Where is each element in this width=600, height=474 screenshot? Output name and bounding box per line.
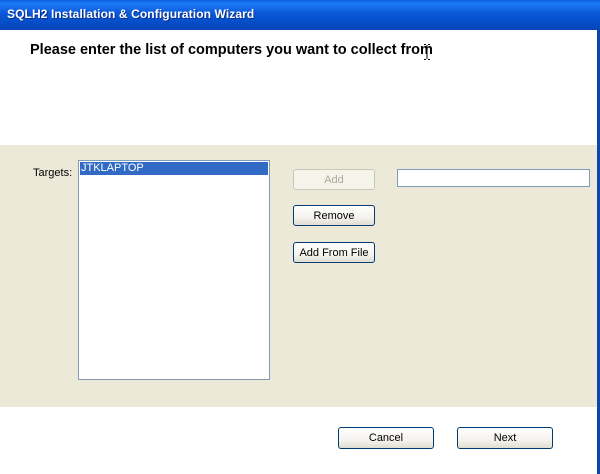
add-button[interactable]: Add — [293, 169, 375, 190]
cancel-button[interactable]: Cancel — [338, 427, 434, 449]
wizard-header: Please enter the list of computers you w… — [0, 30, 600, 145]
targets-listbox[interactable]: JTKLAPTOP — [78, 160, 270, 380]
text-cursor-icon — [424, 44, 430, 60]
list-item[interactable]: JTKLAPTOP — [80, 162, 268, 175]
computer-name-input[interactable] — [397, 169, 590, 187]
next-button[interactable]: Next — [457, 427, 553, 449]
title-bar[interactable]: SQLH2 Installation & Configuration Wizar… — [0, 0, 600, 30]
window-title: SQLH2 Installation & Configuration Wizar… — [7, 7, 255, 21]
add-from-file-button[interactable]: Add From File — [293, 242, 375, 263]
content-panel: Targets: JTKLAPTOP Add Remove Add From F… — [0, 145, 600, 407]
wizard-window: SQLH2 Installation & Configuration Wizar… — [0, 0, 600, 474]
wizard-footer: Cancel Next — [0, 407, 600, 474]
page-heading: Please enter the list of computers you w… — [30, 42, 433, 58]
targets-label: Targets: — [33, 167, 73, 179]
remove-button[interactable]: Remove — [293, 205, 375, 226]
